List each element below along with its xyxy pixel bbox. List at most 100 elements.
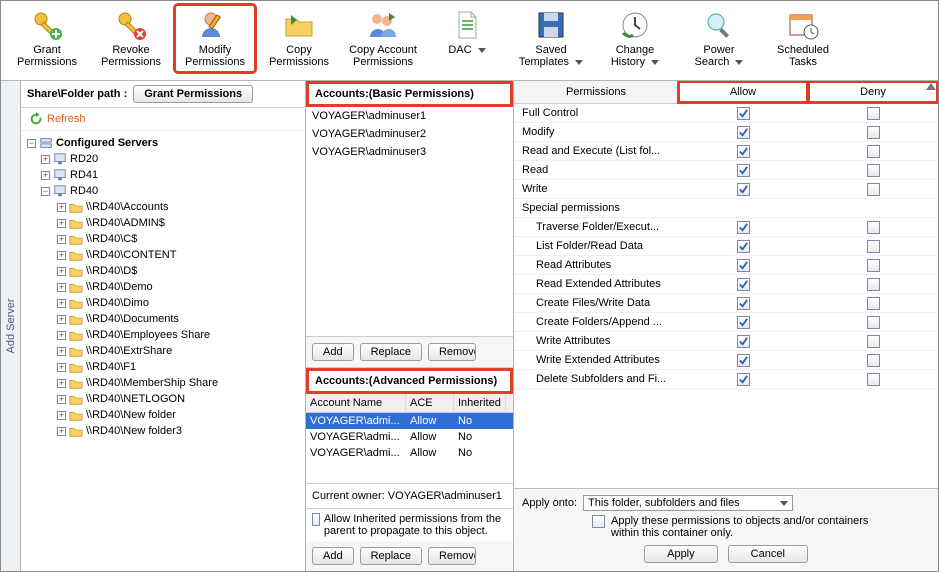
tree-share[interactable]: + \\RD40\MemberShip Share (27, 375, 305, 391)
checkbox[interactable] (867, 145, 880, 158)
advanced-account-row[interactable]: VOYAGER\admi...AllowNo (306, 413, 513, 429)
checkbox[interactable] (867, 297, 880, 310)
checkbox[interactable] (867, 240, 880, 253)
refresh-button[interactable]: Refresh (21, 108, 305, 131)
tree-share[interactable]: + \\RD40\CONTENT (27, 247, 305, 263)
expand-icon[interactable]: + (57, 235, 66, 244)
toolbar-grant-permissions[interactable]: Grant Permissions (7, 5, 87, 72)
apply-to-children-checkbox[interactable] (592, 515, 605, 528)
add-button[interactable]: Add (312, 343, 354, 361)
tree-share[interactable]: + \\RD40\Documents (27, 311, 305, 327)
toolbar-scheduled-tasks[interactable]: Scheduled Tasks (763, 5, 843, 72)
tree-share[interactable]: + \\RD40\F1 (27, 359, 305, 375)
checkbox[interactable] (737, 297, 750, 310)
checkbox[interactable] (867, 164, 880, 177)
checkbox[interactable] (867, 183, 880, 196)
toolbar-saved-templates[interactable]: Saved Templates (511, 5, 591, 72)
tree-share[interactable]: + \\RD40\Dimo (27, 295, 305, 311)
checkbox[interactable] (737, 183, 750, 196)
replace-button[interactable]: Replace (360, 343, 422, 361)
checkbox[interactable] (737, 145, 750, 158)
toolbar-change-history[interactable]: Change History (595, 5, 675, 72)
tree-share[interactable]: + \\RD40\New folder (27, 407, 305, 423)
col-ace[interactable]: ACE (406, 394, 454, 412)
checkbox[interactable] (867, 335, 880, 348)
adv-replace-button[interactable]: Replace (360, 547, 422, 565)
expand-icon[interactable]: + (57, 283, 66, 292)
expand-icon[interactable]: + (57, 203, 66, 212)
apply-onto-select[interactable]: This folder, subfolders and files (583, 495, 793, 511)
col-account-name[interactable]: Account Name (306, 394, 406, 412)
account-item[interactable]: VOYAGER\adminuser2 (306, 125, 513, 143)
tree-server[interactable]: − RD40 (27, 183, 305, 199)
adv-remove-button[interactable]: Remove (428, 547, 476, 565)
checkbox[interactable] (867, 278, 880, 291)
account-item[interactable]: VOYAGER\adminuser3 (306, 143, 513, 161)
inherit-checkbox[interactable] (312, 513, 320, 526)
checkbox[interactable] (867, 221, 880, 234)
col-deny[interactable]: Deny (808, 81, 938, 103)
expand-icon[interactable]: + (57, 395, 66, 404)
advanced-account-row[interactable]: VOYAGER\admi...AllowNo (306, 429, 513, 445)
toolbar-power-search[interactable]: Power Search (679, 5, 759, 72)
scroll-up-icon[interactable] (926, 83, 936, 90)
expand-icon[interactable]: + (57, 427, 66, 436)
checkbox[interactable] (867, 354, 880, 367)
expand-icon[interactable]: + (57, 379, 66, 388)
checkbox[interactable] (867, 107, 880, 120)
tree-share[interactable]: + \\RD40\C$ (27, 231, 305, 247)
checkbox[interactable] (737, 221, 750, 234)
checkbox[interactable] (737, 164, 750, 177)
tree-share[interactable]: + \\RD40\New folder3 (27, 423, 305, 439)
toolbar-modify-permissions[interactable]: Modify Permissions (175, 5, 255, 72)
apply-button[interactable]: Apply (644, 545, 718, 563)
checkbox[interactable] (867, 259, 880, 272)
expand-icon[interactable]: + (57, 363, 66, 372)
tree-share[interactable]: + \\RD40\NETLOGON (27, 391, 305, 407)
toolbar-dac[interactable]: DAC (427, 5, 507, 60)
tree-share[interactable]: + \\RD40\Employees Share (27, 327, 305, 343)
checkbox[interactable] (737, 259, 750, 272)
expand-icon[interactable]: + (57, 331, 66, 340)
checkbox[interactable] (867, 126, 880, 139)
checkbox[interactable] (737, 107, 750, 120)
tree-server[interactable]: + RD41 (27, 167, 305, 183)
expand-icon[interactable]: + (57, 251, 66, 260)
expand-icon[interactable]: + (57, 267, 66, 276)
tree-root[interactable]: − Configured Servers (27, 135, 305, 151)
advanced-account-row[interactable]: VOYAGER\admi...AllowNo (306, 445, 513, 461)
tree-share[interactable]: + \\RD40\D$ (27, 263, 305, 279)
col-allow[interactable]: Allow (678, 81, 808, 103)
account-item[interactable]: VOYAGER\adminuser1 (306, 107, 513, 125)
checkbox[interactable] (737, 373, 750, 386)
expand-icon[interactable]: + (57, 299, 66, 308)
tree-server[interactable]: + RD20 (27, 151, 305, 167)
expand-icon[interactable]: + (57, 347, 66, 356)
checkbox[interactable] (737, 126, 750, 139)
toolbar-revoke-permissions[interactable]: Revoke Permissions (91, 5, 171, 72)
checkbox[interactable] (867, 373, 880, 386)
expand-icon[interactable]: + (57, 219, 66, 228)
expand-icon[interactable]: + (57, 315, 66, 324)
toolbar-copy-account-permissions[interactable]: Copy Account Permissions (343, 5, 423, 72)
expand-icon[interactable]: + (41, 171, 50, 180)
checkbox[interactable] (737, 354, 750, 367)
collapse-icon[interactable]: − (41, 187, 50, 196)
checkbox[interactable] (737, 316, 750, 329)
expand-icon[interactable]: + (41, 155, 50, 164)
add-server-tab[interactable]: Add Server (1, 81, 21, 571)
tree-share[interactable]: + \\RD40\Demo (27, 279, 305, 295)
expand-icon[interactable]: + (57, 411, 66, 420)
grant-permissions-button[interactable]: Grant Permissions (133, 85, 253, 103)
checkbox[interactable] (867, 316, 880, 329)
col-inherited[interactable]: Inherited (454, 394, 506, 412)
tree-share[interactable]: + \\RD40\ExtrShare (27, 343, 305, 359)
tree-share[interactable]: + \\RD40\Accounts (27, 199, 305, 215)
checkbox[interactable] (737, 240, 750, 253)
remove-button[interactable]: Remove (428, 343, 476, 361)
col-permissions[interactable]: Permissions (514, 81, 678, 103)
collapse-icon[interactable]: − (27, 139, 36, 148)
adv-add-button[interactable]: Add (312, 547, 354, 565)
checkbox[interactable] (737, 335, 750, 348)
checkbox[interactable] (737, 278, 750, 291)
